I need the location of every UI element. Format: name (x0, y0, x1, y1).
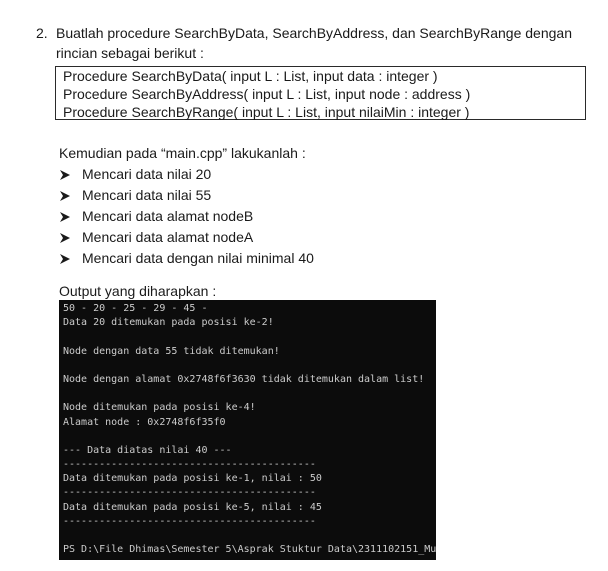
procedure-box: Procedure SearchByData( input L : List, … (55, 66, 586, 120)
task-label: Mencari data dengan nilai minimal 40 (82, 250, 314, 266)
task-item: Mencari data alamat nodeA (59, 227, 314, 248)
terminal-line: ----------------------------------------… (63, 515, 316, 527)
question-number: 2. (36, 25, 48, 41)
terminal-line: Data 20 ditemukan pada posisi ke-2! (63, 317, 274, 329)
arrow-bullet-icon (60, 211, 70, 222)
terminal-line: ----------------------------------------… (63, 459, 316, 471)
output-label: Output yang diharapkan : (59, 283, 217, 299)
question-text: Buatlah procedure SearchByData, SearchBy… (56, 25, 572, 61)
task-label: Mencari data alamat nodeB (82, 208, 254, 224)
terminal-line: Node dengan alamat 0x2748f6f3630 tidak d… (63, 373, 425, 385)
terminal-line: 50 - 20 - 25 - 29 - 45 - (63, 303, 208, 314)
task-label: Mencari data nilai 55 (82, 187, 212, 203)
task-label: Mencari data alamat nodeA (82, 229, 254, 245)
terminal-line: --- Data diatas nilai 40 --- (63, 444, 232, 456)
procedure-search-by-address: Procedure SearchByAddress( input L : Lis… (63, 86, 471, 102)
task-item: Mencari data alamat nodeB (59, 206, 314, 227)
arrow-bullet-icon (60, 232, 70, 243)
task-item: Mencari data dengan nilai minimal 40 (59, 248, 314, 269)
terminal-line: Data ditemukan pada posisi ke-5, nilai :… (63, 501, 322, 513)
terminal-line: Node ditemukan pada posisi ke-4! (63, 402, 256, 414)
terminal-prompt: PS D:\File Dhimas\Semester 5\Asprak Stuk… (63, 544, 436, 556)
task-label: Mencari data nilai 20 (82, 166, 212, 182)
terminal-line: Data ditemukan pada posisi ke-1, nilai :… (63, 473, 322, 485)
procedure-search-by-data: Procedure SearchByData( input L : List, … (63, 68, 438, 84)
task-item: Mencari data nilai 20 (59, 164, 314, 185)
arrow-bullet-icon (60, 253, 70, 264)
arrow-bullet-icon (60, 169, 70, 180)
task-item: Mencari data nilai 55 (59, 185, 314, 206)
instructions-intro: Kemudian pada “main.cpp” lakukanlah : (59, 145, 306, 161)
arrow-bullet-icon (60, 190, 70, 201)
task-list: Mencari data nilai 20 Mencari data nilai… (59, 164, 314, 269)
terminal-output: 50 - 20 - 25 - 29 - 45 - Data 20 ditemuk… (59, 300, 436, 560)
procedure-search-by-range: Procedure SearchByRange( input L : List,… (63, 104, 470, 120)
terminal-line: Alamat node : 0x2748f6f35f0 (63, 416, 226, 428)
terminal-line: Node dengan data 55 tidak ditemukan! (63, 345, 280, 357)
terminal-line: ----------------------------------------… (63, 487, 316, 499)
